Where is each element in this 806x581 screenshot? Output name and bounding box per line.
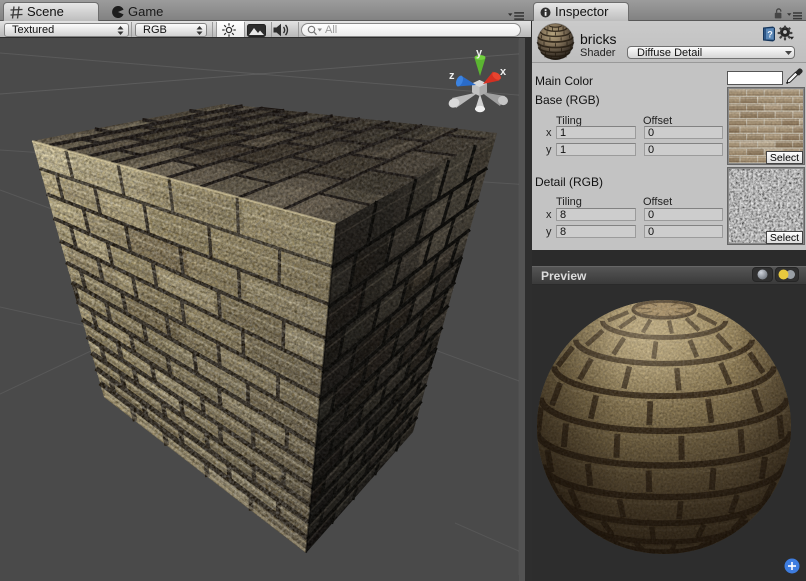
svg-text:x: x: [500, 66, 507, 78]
svg-text:z: z: [449, 70, 455, 82]
svg-text:y: y: [476, 47, 483, 59]
svg-text:?: ?: [767, 30, 773, 40]
